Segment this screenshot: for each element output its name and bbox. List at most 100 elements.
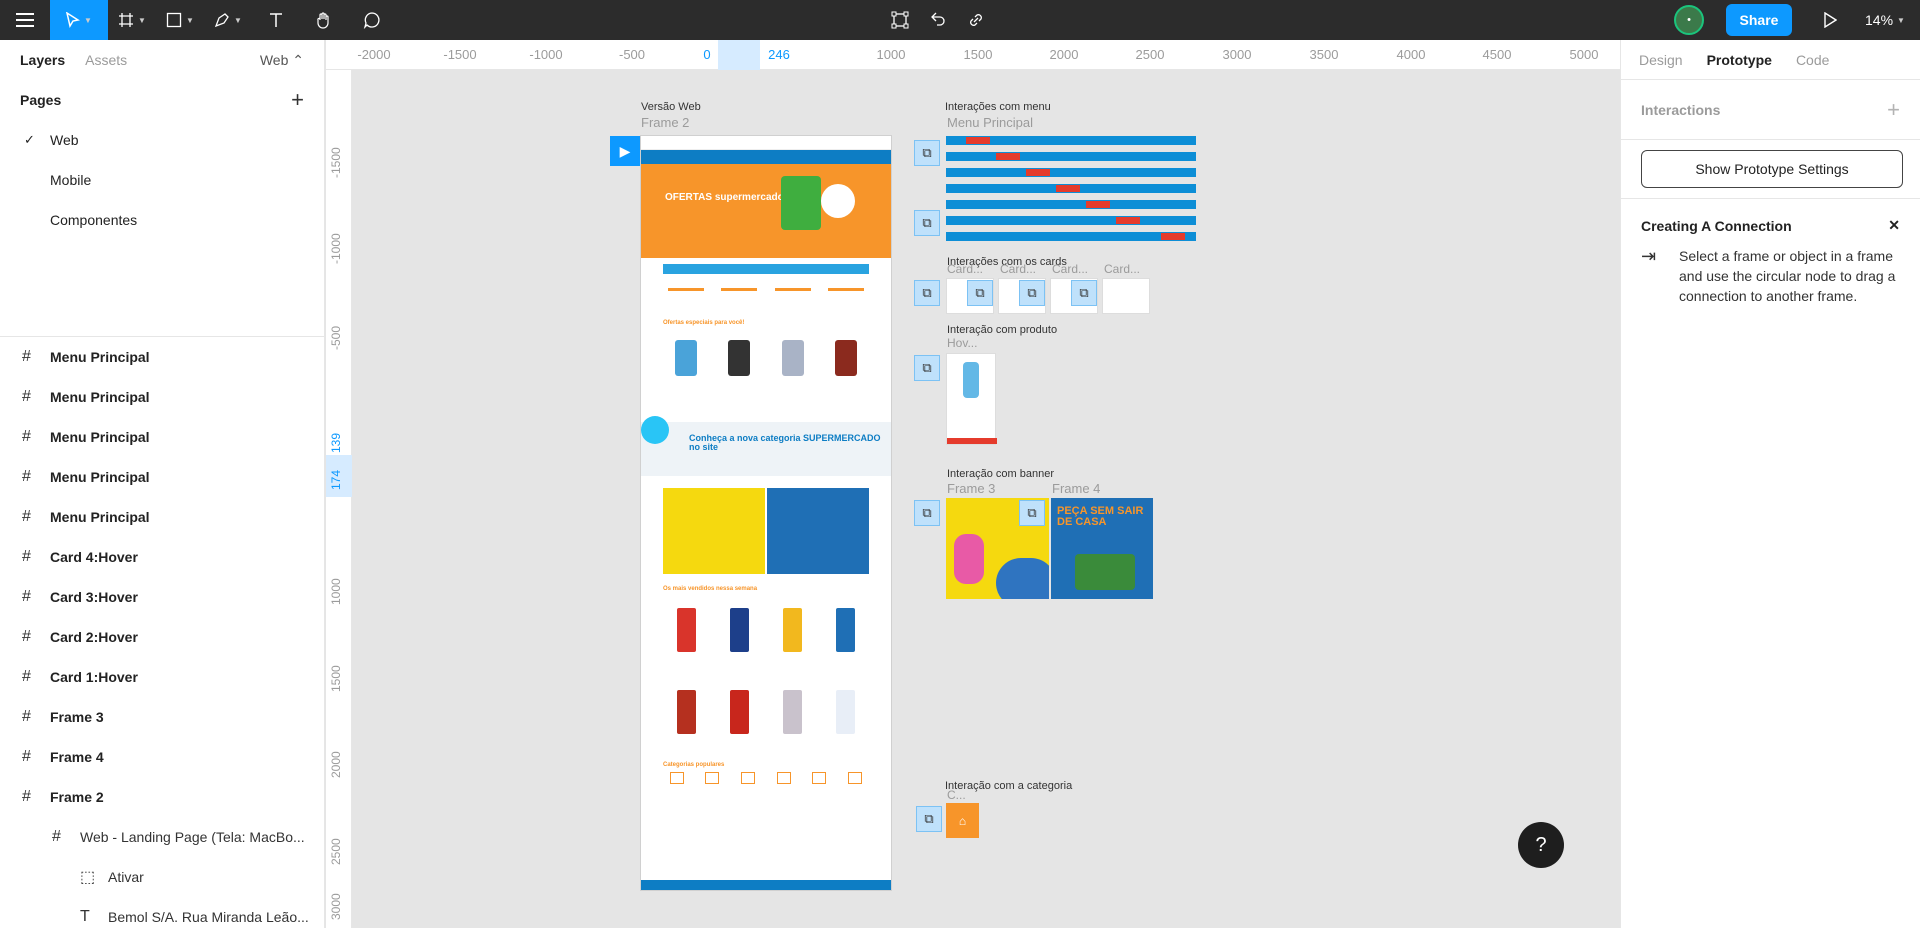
frame-name-card[interactable]: Card... [1000,262,1036,276]
frame-icon: # [22,668,31,685]
site-footer [641,880,891,890]
ruler-tick: -1500 [329,147,343,178]
reset-icon[interactable] [928,0,948,40]
frame-name-hover[interactable]: Hov... [947,336,977,350]
layer-item[interactable]: # Menu Principal [0,457,324,497]
page-item-mobile[interactable]: Mobile [0,160,324,200]
page-label: Web [50,132,79,148]
frame-name-frame2[interactable]: Frame 2 [641,115,689,130]
frame-tool-button[interactable]: ▼ [108,0,156,40]
layer-item[interactable]: # Card 1:Hover [0,657,324,697]
creating-connection-header: Creating A Connection ✕ [1621,199,1920,246]
user-avatar[interactable]: • [1674,5,1704,35]
layer-item[interactable]: T Bemol S/A. Rua Miranda Leão... [0,897,324,928]
close-icon[interactable]: ✕ [1888,217,1900,234]
layer-item[interactable]: # Card 3:Hover [0,577,324,617]
dashed-frame-icon: ⬚ [80,869,96,886]
link-icon[interactable] [966,0,986,40]
layer-item[interactable]: # Menu Principal [0,417,324,457]
zoom-dropdown[interactable]: 14% ▼ [1850,0,1920,40]
prototype-connection-icon[interactable]: ⧉ [914,140,940,166]
menu-variant[interactable] [946,136,1196,145]
show-prototype-settings-button[interactable]: Show Prototype Settings [1641,150,1903,188]
page-item-componentes[interactable]: Componentes [0,200,324,240]
frame-name-menu[interactable]: Menu Principal [947,115,1033,130]
prototype-connection-icon[interactable]: ⧉ [914,210,940,236]
layer-item[interactable]: # Menu Principal [0,377,324,417]
frame-name-frame3[interactable]: Frame 3 [947,481,995,496]
ruler-tick: 1500 [963,47,993,62]
prototype-connection-icon[interactable]: ⧉ [967,280,993,306]
card-hover[interactable] [1102,278,1150,314]
menu-variants[interactable] [946,136,1196,248]
frame-2-landing-page[interactable]: OFERTAS supermercado Ofertas especiais p… [641,136,891,890]
product-hover-frame[interactable] [946,353,997,445]
zoom-level: 14% [1865,12,1894,28]
tab-assets[interactable]: Assets [85,52,127,68]
component-icon[interactable] [890,0,910,40]
layer-item[interactable]: # Frame 4 [0,737,324,777]
menu-variant[interactable] [946,216,1196,225]
text-tool-button[interactable] [252,0,300,40]
tab-prototype[interactable]: Prototype [1707,52,1772,68]
share-button[interactable]: Share [1726,4,1792,36]
comment-tool-button[interactable] [348,0,396,40]
category-banner-text: Conheça a nova categoria SUPERMERCADO no… [689,433,881,452]
benefits-row [641,280,891,320]
layer-item[interactable]: # Frame 3 [0,697,324,737]
frame-name-frame4[interactable]: Frame 4 [1052,481,1100,496]
product-pack-image [781,176,821,230]
layer-item[interactable]: # Web - Landing Page (Tela: MacBo... [0,817,324,857]
design-canvas[interactable]: -2000 -1500 -1000 -500 0 246 1000 1500 2… [326,40,1620,928]
add-interaction-icon[interactable]: + [1887,97,1900,123]
add-page-icon[interactable]: + [291,87,304,113]
frame-icon: # [22,348,31,365]
layer-item[interactable]: # Frame 2 [0,777,324,817]
menu-variant[interactable] [946,152,1196,161]
move-tool-button[interactable]: ▼ [50,0,108,40]
prototype-connection-icon[interactable]: ⧉ [916,806,942,832]
category-hover-frame[interactable]: ⌂ [946,803,979,838]
categories-row [641,768,891,798]
ruler-tick: 4500 [1482,47,1512,62]
layer-item[interactable]: # Menu Principal [0,497,324,537]
flow-start-play-icon[interactable]: ▶ [610,136,640,166]
tab-design[interactable]: Design [1639,52,1683,68]
main-menu-icon[interactable] [0,0,50,40]
frame-name-categoria[interactable]: C... [947,788,966,802]
pen-tool-button[interactable]: ▼ [204,0,252,40]
frame-icon: # [22,748,31,765]
menu-variant[interactable] [946,200,1196,209]
present-play-icon[interactable] [1810,0,1850,40]
frame-icon: # [22,548,31,565]
frame-name-card[interactable]: Card... [947,262,983,276]
prototype-connection-icon[interactable]: ⧉ [914,355,940,381]
menu-variant[interactable] [946,232,1196,241]
frame-name-card[interactable]: Card... [1104,262,1140,276]
layer-item[interactable]: # Card 2:Hover [0,617,324,657]
prototype-connection-icon[interactable]: ⧉ [1019,280,1045,306]
layer-label: Menu Principal [50,509,150,525]
menu-variant[interactable] [946,168,1196,177]
page-selector[interactable]: Web ⌃ [260,52,304,69]
frame-name-card[interactable]: Card... [1052,262,1088,276]
page-item-web[interactable]: ✓ Web [0,120,324,160]
help-button[interactable]: ? [1518,822,1564,868]
shape-tool-button[interactable]: ▼ [156,0,204,40]
tab-layers[interactable]: Layers [20,52,65,68]
tab-code[interactable]: Code [1796,52,1829,68]
frame-4-banner[interactable]: PEÇA SEM SAIR DE CASA [1051,498,1153,599]
site-menu [641,150,891,164]
prototype-connection-icon[interactable]: ⧉ [1019,500,1045,526]
menu-variant[interactable] [946,184,1196,193]
layer-item[interactable]: # Menu Principal [0,337,324,377]
site-header [641,136,891,150]
layer-item[interactable]: # Card 4:Hover [0,537,324,577]
prototype-connection-icon[interactable]: ⧉ [914,500,940,526]
frame-icon: # [22,508,31,525]
prototype-connection-icon[interactable]: ⧉ [1071,280,1097,306]
layer-item[interactable]: ⬚ Ativar [0,857,324,897]
hand-tool-button[interactable] [300,0,348,40]
layer-label: Menu Principal [50,389,150,405]
prototype-connection-icon[interactable]: ⧉ [914,280,940,306]
